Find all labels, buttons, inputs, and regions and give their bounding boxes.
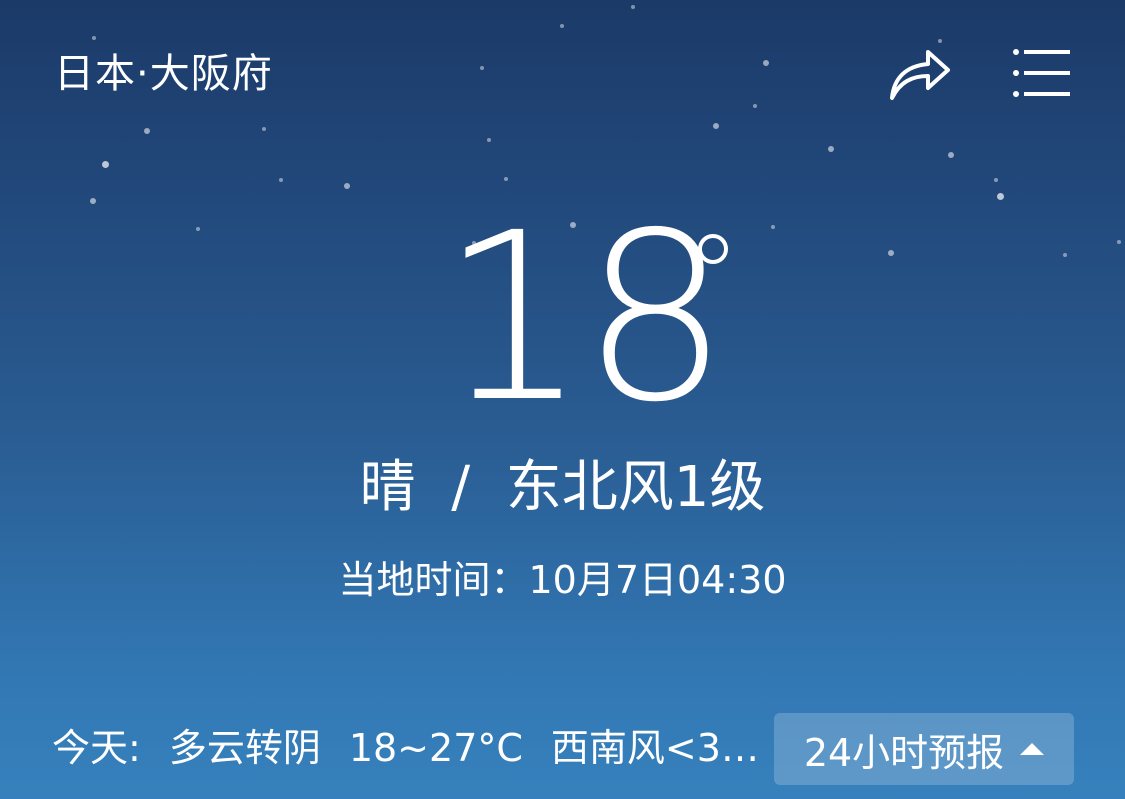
star (763, 60, 769, 66)
degree-symbol (698, 234, 728, 264)
star (144, 128, 150, 134)
star (828, 146, 834, 152)
today-label: 今天: (52, 726, 141, 770)
star (948, 152, 954, 158)
caret-up-icon (1020, 743, 1045, 755)
star (1117, 240, 1121, 244)
star (480, 66, 484, 70)
star (102, 161, 109, 168)
today-temp-range: 18~27°C (348, 726, 523, 770)
star (560, 24, 564, 28)
star (888, 250, 894, 256)
local-time: 当地时间：10月7日04:30 (338, 558, 787, 602)
star (753, 104, 757, 108)
star (344, 183, 350, 189)
today-weather: 多云转阴 (168, 726, 321, 770)
today-wind: 西南风<3… (550, 726, 759, 770)
star (938, 39, 942, 43)
forecast-24h-button[interactable]: 24小时预报 (774, 713, 1074, 785)
star (262, 127, 266, 131)
share-arrow-icon (890, 50, 950, 100)
star (997, 193, 1004, 200)
star (487, 138, 491, 142)
star (196, 227, 200, 231)
current-temperature: 18 (440, 183, 729, 453)
today-summary: 今天: 多云转阴 18~27°C 西南风<3… (52, 724, 782, 772)
star (771, 225, 775, 229)
menu-button[interactable] (1010, 46, 1074, 102)
weather-condition: 晴 / 东北风1级 (359, 455, 766, 520)
star (631, 5, 635, 9)
star (279, 178, 283, 182)
forecast-24h-label: 24小时预报 (803, 730, 1005, 775)
star (92, 36, 96, 40)
list-menu-icon (1013, 49, 1070, 97)
star (1063, 253, 1067, 257)
star (994, 178, 998, 182)
location-title[interactable]: 日本·大阪府 (54, 50, 273, 98)
share-button[interactable] (886, 44, 952, 104)
star (504, 177, 508, 181)
star (713, 123, 719, 129)
star (90, 198, 96, 204)
